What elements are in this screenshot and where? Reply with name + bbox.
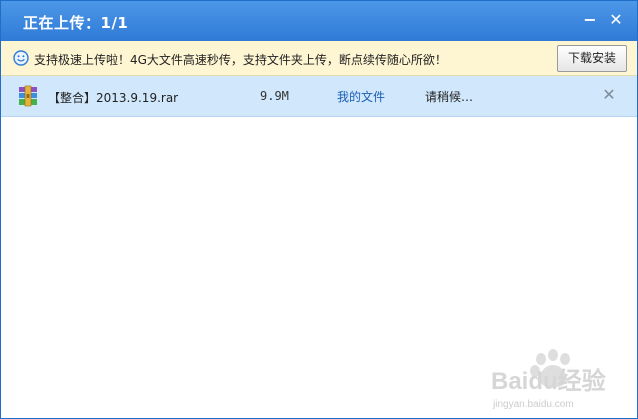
smiley-icon — [13, 50, 29, 66]
upload-status: 请稍候… — [425, 90, 474, 104]
download-install-button[interactable]: 下载安装 — [557, 45, 627, 72]
file-name: 【整合】2013.9.19.rar — [48, 91, 179, 105]
window-title: 正在上传：1/1 — [23, 14, 129, 32]
notice-bar: 支持极速上传啦！4G大文件高速秒传，支持文件夹上传，断点续传随心所欲！ 下载安装 — [1, 41, 637, 76]
file-size: 9.9M — [260, 89, 289, 103]
remove-upload-icon[interactable]: ✕ — [601, 87, 617, 103]
watermark-brand: Baidu经验 — [491, 367, 606, 395]
upload-window: 正在上传：1/1 − ✕ 支持极速上传啦！4G大文件高速秒传，支持文件夹上传，断… — [0, 0, 638, 419]
destination-folder-link[interactable]: 我的文件 — [337, 88, 385, 105]
watermark-url: jingyan.baidu.com — [492, 399, 574, 410]
baidu-jingyan-watermark: Baidu经验 jingyan.baidu.com — [491, 349, 606, 410]
close-button[interactable]: ✕ — [607, 11, 625, 29]
minimize-button[interactable]: − — [581, 11, 599, 29]
notice-text: 支持极速上传啦！4G大文件高速秒传，支持文件夹上传，断点续传随心所欲！ — [34, 53, 447, 67]
title-bar[interactable]: 正在上传：1/1 − ✕ — [1, 1, 637, 41]
upload-row[interactable]: 【整合】2013.9.19.rar 9.9M 我的文件 请稍候… ✕ — [1, 76, 637, 117]
rar-archive-icon — [19, 85, 37, 107]
